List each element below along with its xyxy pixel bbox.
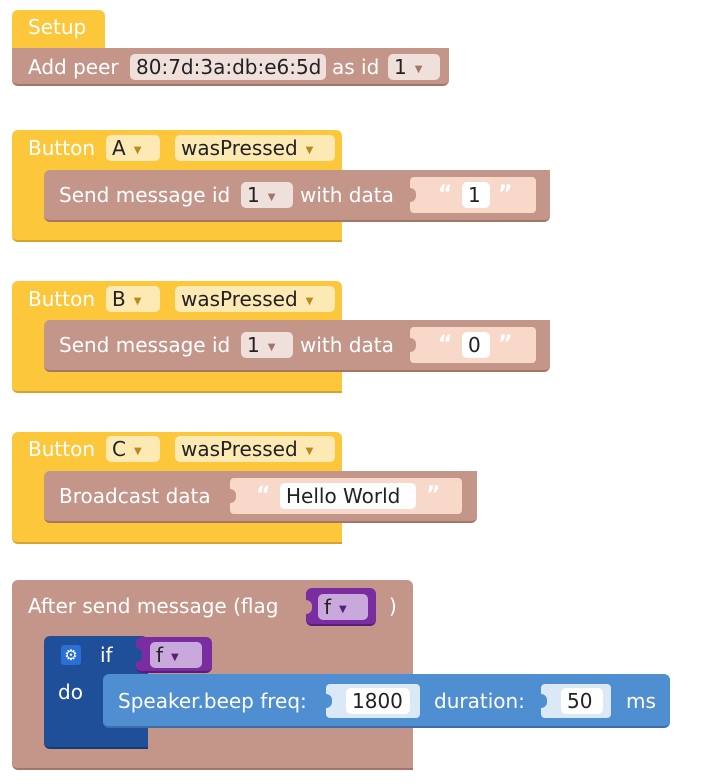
- button-b-event-select[interactable]: wasPressed ▼: [175, 286, 335, 312]
- after-send-label: After send message (flag: [28, 594, 279, 618]
- duration-label: duration:: [434, 689, 525, 713]
- text-block-a[interactable]: “ 1 ”: [410, 177, 536, 213]
- duration-field[interactable]: 50: [561, 688, 603, 714]
- do-label: do: [58, 680, 83, 704]
- with-data-label-b: with data: [300, 333, 394, 357]
- flag-variable-block[interactable]: f ▼: [306, 588, 376, 626]
- button-a-event-select[interactable]: wasPressed ▼: [175, 135, 335, 161]
- send-message-label-a: Send message id: [59, 183, 231, 207]
- button-a-label: Button: [28, 136, 95, 160]
- setup-label: Setup: [28, 15, 87, 39]
- if-condition-variable-block[interactable]: f ▼: [136, 637, 212, 673]
- button-c-select[interactable]: C ▼: [106, 436, 160, 462]
- freq-number-block[interactable]: 1800: [326, 684, 420, 718]
- dropdown-arrow-icon: ▼: [133, 296, 142, 307]
- peer-id-dropdown[interactable]: 1 ▼: [388, 54, 440, 80]
- open-quote-icon: “: [256, 483, 271, 508]
- close-quote-icon: ”: [498, 182, 513, 207]
- close-quote-icon: ”: [426, 483, 441, 508]
- message-id-dropdown-a[interactable]: 1 ▼: [241, 182, 293, 208]
- ms-label: ms: [626, 689, 656, 713]
- broadcast-data-field[interactable]: Hello World: [280, 483, 416, 509]
- dropdown-arrow-icon: ▼: [414, 64, 423, 75]
- dropdown-arrow-icon: ▼: [305, 446, 314, 457]
- mac-address-field[interactable]: 80:7d:3a:db:e6:5d: [130, 54, 326, 80]
- add-peer-label: Add peer: [28, 55, 119, 79]
- message-id-dropdown-b[interactable]: 1 ▼: [241, 332, 293, 358]
- button-c-label: Button: [28, 437, 95, 461]
- button-c-event-select[interactable]: wasPressed ▼: [175, 436, 335, 462]
- text-block-b[interactable]: “ 0 ”: [410, 327, 536, 363]
- data-field-a[interactable]: 1: [462, 182, 490, 208]
- flag-var-dropdown[interactable]: f ▼: [318, 594, 368, 620]
- duration-number-block[interactable]: 50: [541, 684, 611, 718]
- after-send-close-paren: ): [389, 594, 397, 618]
- open-quote-icon: “: [438, 332, 453, 357]
- dropdown-arrow-icon: ▼: [305, 145, 314, 156]
- data-field-b[interactable]: 0: [462, 332, 490, 358]
- gear-icon[interactable]: ⚙: [61, 645, 81, 665]
- beep-label: Speaker.beep freq:: [118, 689, 307, 713]
- broadcast-label: Broadcast data: [59, 484, 211, 508]
- as-id-label: as id: [332, 55, 380, 79]
- dropdown-arrow-icon: ▼: [133, 446, 142, 457]
- button-b-select[interactable]: B ▼: [106, 286, 160, 312]
- dropdown-arrow-icon: ▼: [339, 604, 347, 615]
- dropdown-arrow-icon: ▼: [267, 342, 276, 353]
- send-message-label-b: Send message id: [59, 333, 231, 357]
- text-block-c[interactable]: “ Hello World ”: [230, 478, 462, 514]
- if-var-dropdown[interactable]: f ▼: [150, 642, 202, 668]
- dropdown-arrow-icon: ▼: [305, 296, 314, 307]
- close-quote-icon: ”: [498, 332, 513, 357]
- button-a-select[interactable]: A ▼: [106, 135, 160, 161]
- with-data-label-a: with data: [300, 183, 394, 207]
- dropdown-arrow-icon: ▼: [171, 652, 179, 663]
- dropdown-arrow-icon: ▼: [267, 192, 276, 203]
- button-b-label: Button: [28, 287, 95, 311]
- dropdown-arrow-icon: ▼: [133, 145, 142, 156]
- freq-field[interactable]: 1800: [346, 688, 410, 714]
- open-quote-icon: “: [438, 182, 453, 207]
- if-label: if: [100, 643, 113, 667]
